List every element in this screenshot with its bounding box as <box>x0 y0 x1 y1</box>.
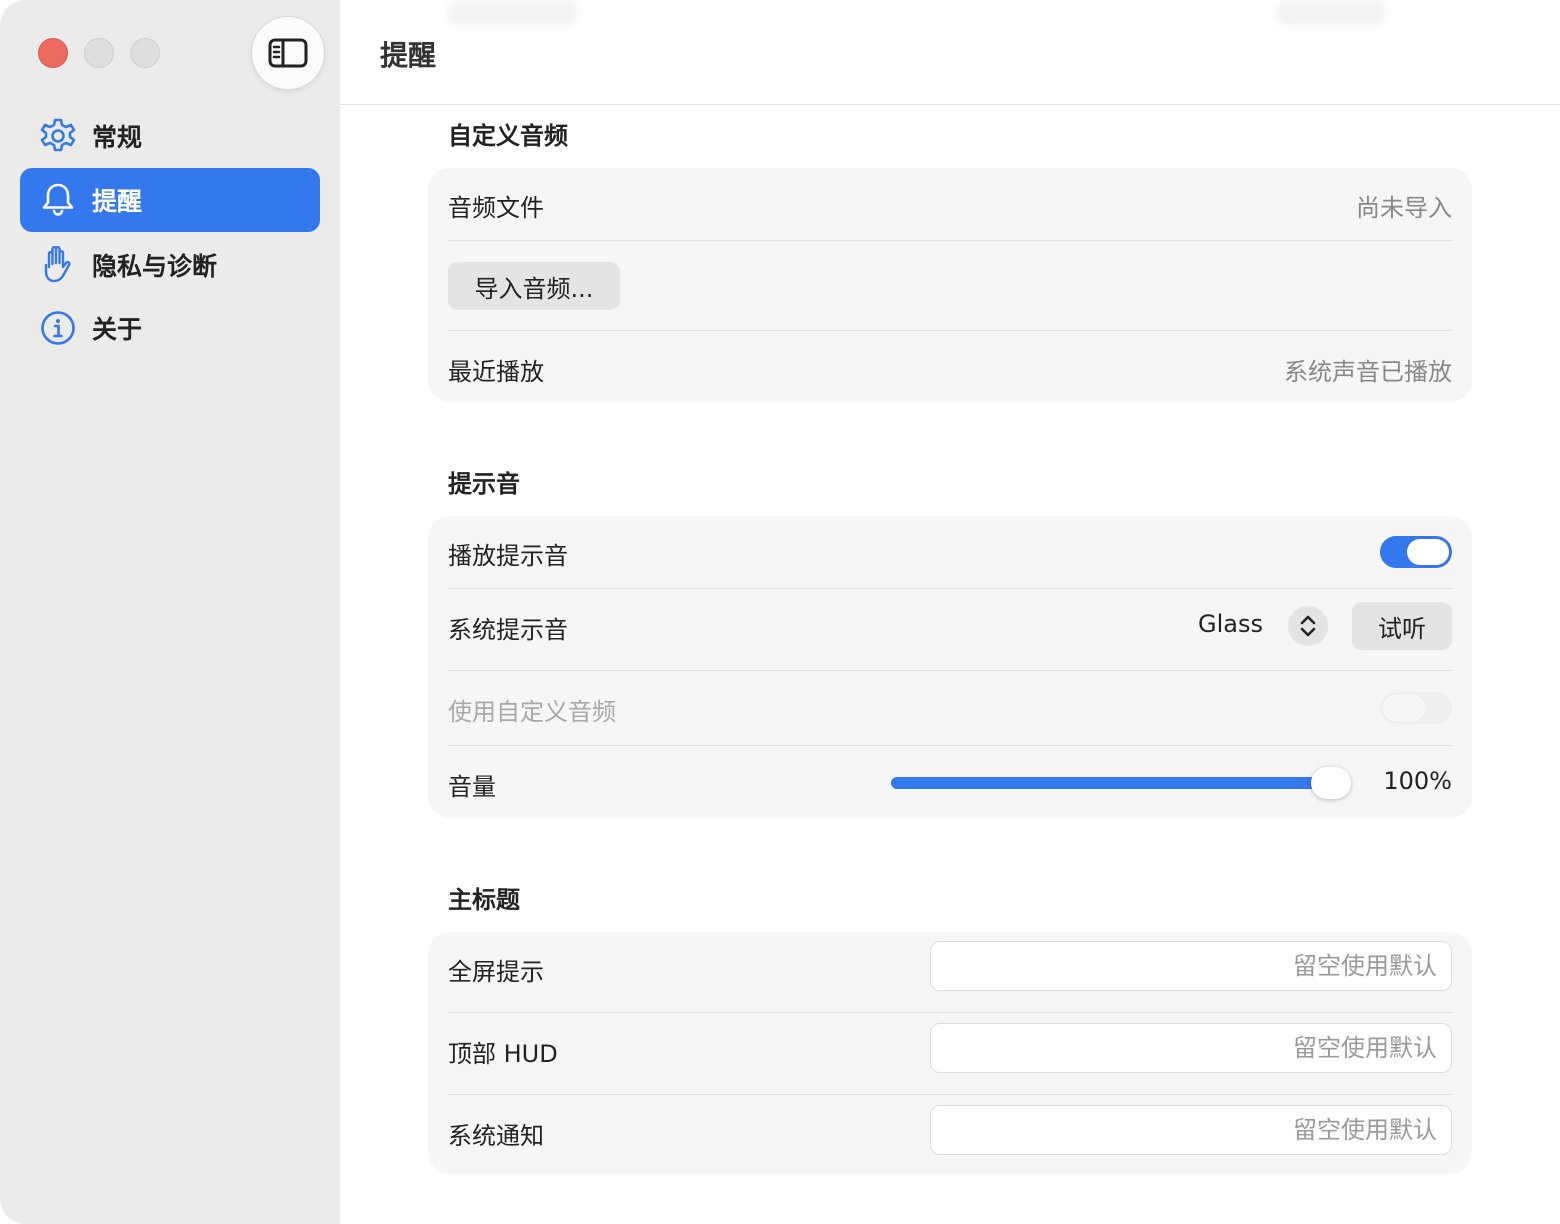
play-alert-toggle[interactable] <box>1380 536 1452 568</box>
page-title: 提醒 <box>380 39 437 72</box>
import-audio-button[interactable]: 导入音频... <box>448 262 620 310</box>
toolbar: 提醒 <box>340 0 1560 105</box>
custom-audio-label: 使用自定义音频 <box>448 698 616 726</box>
volume-label: 音量 <box>448 773 496 801</box>
recent-play-row: 最近播放 系统声音已播放 <box>448 352 1452 386</box>
sidebar-item-label: 常规 <box>92 123 143 152</box>
sidebar-item-alerts[interactable]: 提醒 <box>20 168 320 232</box>
main-content: 提醒 自定义音频 音频文件 尚未导入 导入音频... 最近播放 系统声音已播放 … <box>340 0 1560 1224</box>
section-title-custom-audio: 自定义音频 <box>448 122 568 150</box>
scrolled-content-shadow <box>1276 0 1386 26</box>
section-title-main-title: 主标题 <box>448 886 520 914</box>
divider <box>448 240 1452 241</box>
custom-audio-card: 音频文件 尚未导入 导入音频... 最近播放 系统声音已播放 <box>428 168 1472 402</box>
system-notification-label: 系统通知 <box>448 1122 544 1150</box>
divider <box>448 330 1452 331</box>
sidebar-item-label: 隐私与诊断 <box>92 252 218 281</box>
custom-audio-row: 使用自定义音频 <box>448 692 1452 726</box>
system-notification-title-field[interactable] <box>930 1105 1452 1155</box>
sidebar-icon <box>268 38 308 68</box>
divider <box>448 588 1452 589</box>
play-alert-label: 播放提示音 <box>448 542 568 570</box>
recent-play-label: 最近播放 <box>448 358 544 386</box>
settings-window: 常规 提醒 隐私与诊断 关于 提醒 自定义音频 音频文件 尚未导入 导入音频..… <box>0 0 1560 1224</box>
minimize-window-button[interactable] <box>84 38 114 68</box>
volume-value: 100% <box>1383 767 1452 795</box>
system-sound-value[interactable]: Glass <box>1198 610 1263 638</box>
zoom-window-button[interactable] <box>130 38 160 68</box>
sidebar-toggle-button[interactable] <box>251 16 325 90</box>
volume-slider-track[interactable] <box>891 777 1331 789</box>
info-icon <box>38 308 78 348</box>
scrolled-content-shadow <box>448 0 578 26</box>
top-hud-title-field[interactable] <box>930 1023 1452 1073</box>
fullscreen-title-field[interactable] <box>930 941 1452 991</box>
fullscreen-label: 全屏提示 <box>448 958 544 986</box>
bell-icon <box>38 180 78 220</box>
hand-icon <box>38 245 78 285</box>
top-hud-title-input[interactable] <box>931 1024 1451 1072</box>
volume-slider-knob[interactable] <box>1311 767 1351 799</box>
sidebar: 常规 提醒 隐私与诊断 关于 <box>0 0 340 1224</box>
section-title-alert-sound: 提示音 <box>448 470 520 498</box>
audio-file-row: 音频文件 尚未导入 <box>448 188 1452 222</box>
divider <box>448 1012 1452 1013</box>
recent-play-value: 系统声音已播放 <box>1284 358 1452 386</box>
alert-sound-card: 播放提示音 系统提示音 Glass 试听 使用自定义音频 音量 100% <box>428 516 1472 818</box>
divider <box>448 1094 1452 1095</box>
system-sound-label: 系统提示音 <box>448 616 568 644</box>
sidebar-item-label: 关于 <box>92 315 143 344</box>
divider <box>448 745 1452 746</box>
chevron-up-down-icon <box>1300 615 1316 637</box>
audio-file-value: 尚未导入 <box>1356 194 1452 222</box>
top-hud-label: 顶部 HUD <box>448 1040 558 1068</box>
preview-sound-button[interactable]: 试听 <box>1352 602 1452 650</box>
divider <box>448 670 1452 671</box>
play-alert-row: 播放提示音 <box>448 536 1452 570</box>
sidebar-item-privacy[interactable]: 隐私与诊断 <box>20 233 320 297</box>
custom-audio-toggle[interactable] <box>1380 692 1452 724</box>
gear-icon <box>38 116 78 156</box>
close-window-button[interactable] <box>38 38 68 68</box>
audio-file-label: 音频文件 <box>448 194 544 222</box>
sidebar-item-about[interactable]: 关于 <box>20 296 320 360</box>
system-notification-title-input[interactable] <box>931 1106 1451 1154</box>
fullscreen-title-input[interactable] <box>931 942 1451 990</box>
sidebar-item-general[interactable]: 常规 <box>20 104 320 168</box>
system-sound-popup[interactable] <box>1288 606 1328 646</box>
sidebar-item-label: 提醒 <box>92 187 143 216</box>
main-title-card: 全屏提示 顶部 HUD 系统通知 <box>428 932 1472 1174</box>
